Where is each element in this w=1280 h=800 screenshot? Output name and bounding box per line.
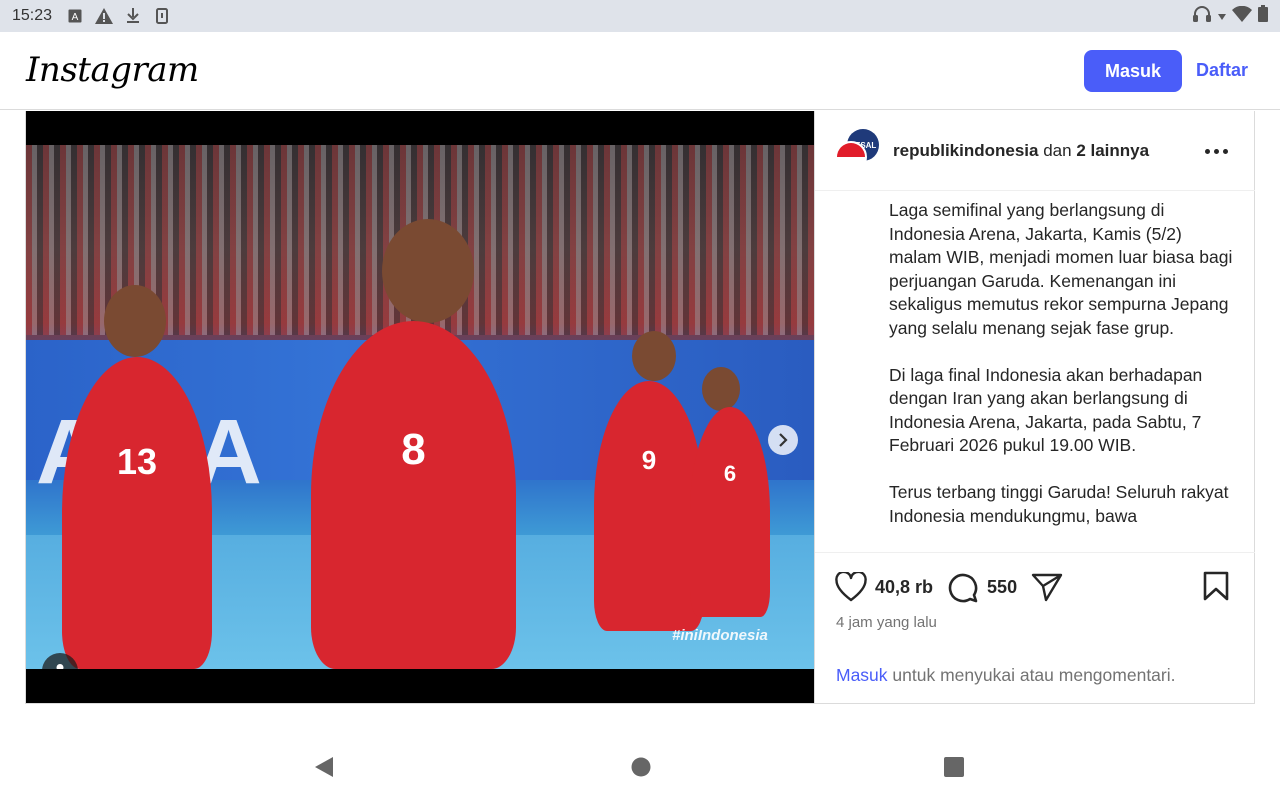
save-button[interactable] — [1203, 571, 1229, 606]
post-card: ASIA 13 8 9 6 #iniIndonesia — [25, 111, 1255, 704]
player-figure: 8 — [311, 321, 516, 669]
post-photo: ASIA 13 8 9 6 #iniIndonesia — [26, 145, 814, 669]
like-button[interactable]: 40,8 rb — [835, 572, 933, 602]
dropdown-small-icon — [1218, 7, 1226, 25]
chevron-right-icon — [779, 433, 788, 447]
recents-button[interactable] — [943, 756, 965, 783]
post-media[interactable]: ASIA 13 8 9 6 #iniIndonesia — [26, 111, 814, 703]
signup-link[interactable]: Daftar — [1196, 60, 1248, 81]
primary-avatar — [835, 141, 867, 173]
login-button[interactable]: Masuk — [1084, 50, 1182, 92]
post-header: AFSAL republikindonesia dan 2 lainnya — [815, 111, 1255, 191]
login-prompt: Masuk untuk menyukai atau mengomentari. — [836, 665, 1176, 686]
heart-icon — [835, 572, 867, 602]
share-button[interactable] — [1031, 572, 1071, 602]
text-a-icon: A — [66, 7, 84, 25]
owner-joiner: dan — [1043, 141, 1072, 160]
like-count: 40,8 rb — [875, 576, 934, 597]
player-head — [632, 331, 676, 381]
caption-paragraph: Di laga final Indonesia akan berhadapan … — [889, 364, 1203, 456]
comment-button[interactable]: 550 — [947, 571, 1017, 603]
hashtag-overlay: #iniIndonesia — [672, 627, 768, 644]
wifi-icon — [1232, 5, 1252, 27]
action-bar: 40,8 rb 550 — [835, 571, 1085, 603]
post-side-panel: AFSAL republikindonesia dan 2 lainnya La… — [814, 111, 1255, 703]
back-button[interactable] — [314, 756, 334, 783]
comment-icon — [948, 573, 978, 603]
player-head — [104, 285, 166, 357]
top-header: Instagram Masuk Daftar — [0, 32, 1280, 110]
collab-avatars[interactable]: AFSAL — [835, 129, 881, 175]
instagram-logo[interactable]: Instagram — [26, 50, 199, 90]
player-number: 9 — [641, 445, 657, 475]
send-icon — [1031, 573, 1063, 602]
status-bar: 15:23 A — [0, 0, 1280, 32]
headset-icon — [1192, 5, 1212, 28]
battery-icon — [1258, 5, 1268, 27]
status-right — [1192, 5, 1268, 28]
back-triangle-icon — [315, 757, 333, 777]
username-link[interactable]: republikindonesia — [893, 141, 1038, 160]
login-prompt-link[interactable]: Masuk — [836, 665, 888, 685]
player-number: 6 — [723, 461, 737, 486]
home-circle-icon — [631, 757, 651, 777]
status-time: 15:23 — [12, 7, 53, 24]
player-figure: 9 — [594, 381, 704, 631]
system-nav-bar — [0, 736, 1280, 800]
others-link[interactable]: 2 lainnya — [1076, 141, 1149, 160]
post-actions-area: 40,8 rb 550 4 jam yang lalu Masuk untuk … — [815, 552, 1255, 703]
person-icon — [56, 664, 64, 669]
player-figure: 6 — [690, 407, 770, 617]
svg-text:A: A — [72, 12, 79, 23]
player-head — [702, 367, 740, 411]
carousel-next-button[interactable] — [768, 425, 798, 455]
post-time: 4 jam yang lalu — [836, 614, 937, 631]
bookmark-icon — [1203, 571, 1229, 601]
player-figure: 13 — [62, 357, 212, 669]
download-icon — [124, 7, 142, 25]
more-options-icon[interactable] — [1205, 149, 1228, 154]
caption-paragraph: Laga semifinal yang berlangsung di Indon… — [889, 200, 1233, 338]
player-number: 13 — [116, 441, 158, 482]
recents-square-icon — [944, 757, 964, 777]
flag-red-half — [837, 143, 865, 157]
post-caption: Laga semifinal yang berlangsung di Indon… — [889, 199, 1239, 551]
player-number: 8 — [401, 425, 426, 474]
login-prompt-text: untuk menyukai atau mengomentari. — [887, 665, 1176, 685]
player-head — [382, 219, 474, 323]
screenshot-icon — [153, 7, 171, 25]
home-button[interactable] — [630, 756, 652, 783]
caption-paragraph: Terus terbang tinggi Garuda! Seluruh rak… — [889, 482, 1229, 526]
comment-count: 550 — [987, 576, 1018, 597]
warning-icon — [95, 7, 114, 25]
post-owner: republikindonesia dan 2 lainnya — [893, 141, 1149, 161]
